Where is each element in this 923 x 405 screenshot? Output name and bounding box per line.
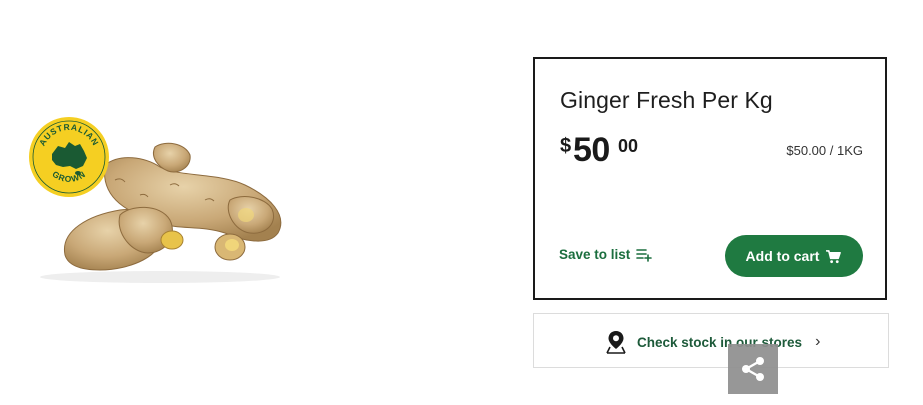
add-to-cart-button[interactable]: Add to cart (725, 235, 863, 277)
price-dollars: 50 (573, 131, 610, 169)
add-to-cart-label: Add to cart (745, 248, 820, 264)
share-button[interactable] (728, 344, 778, 394)
unit-price: $50.00 / 1KG (786, 143, 863, 158)
cart-icon (826, 249, 842, 263)
list-add-icon (636, 248, 653, 262)
check-stock-button[interactable]: Check stock in our stores › (533, 313, 889, 368)
price-currency: $ (560, 135, 572, 157)
chevron-right-icon: › (815, 333, 821, 350)
product-card: Ginger Fresh Per Kg $ 50 00 $50.00 / 1KG… (533, 57, 887, 300)
price-cents: 00 (618, 136, 639, 156)
product-title: Ginger Fresh Per Kg (560, 87, 773, 113)
share-icon (742, 357, 764, 381)
save-to-list-button[interactable]: Save to list (559, 247, 653, 262)
location-pin-icon (604, 329, 628, 355)
australian-grown-badge: AUSTRALIAN GROWN (28, 116, 110, 198)
save-to-list-label: Save to list (559, 247, 631, 262)
